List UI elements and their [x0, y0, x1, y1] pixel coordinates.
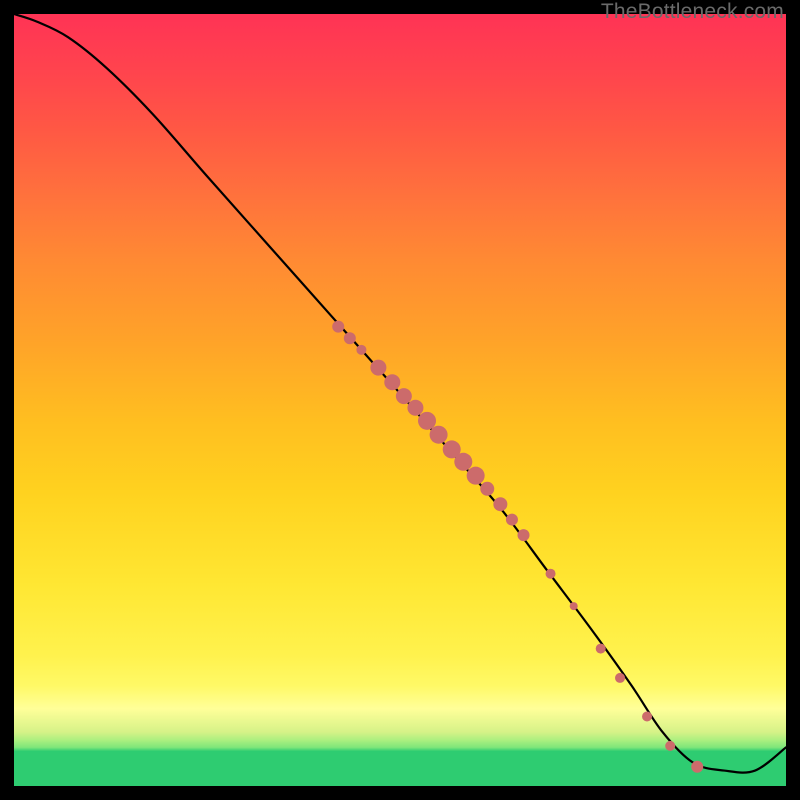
sample-point [518, 529, 530, 541]
chart-frame [14, 14, 786, 786]
sample-point [546, 569, 556, 579]
watermark-text: TheBottleneck.com [601, 0, 784, 24]
sample-point [332, 321, 344, 333]
sample-point [418, 412, 436, 430]
sample-point [370, 360, 386, 376]
sample-point [356, 345, 366, 355]
sample-point [480, 482, 494, 496]
sample-point [384, 374, 400, 390]
sample-point [570, 602, 578, 610]
sample-point [642, 712, 652, 722]
sample-point [344, 332, 356, 344]
sample-point [467, 467, 485, 485]
sample-point [430, 426, 448, 444]
sample-point [493, 497, 507, 511]
sample-point [596, 644, 606, 654]
chart-overlay [14, 14, 786, 786]
sample-point [615, 673, 625, 683]
sample-point [396, 388, 412, 404]
sample-point [665, 741, 675, 751]
sample-point [691, 761, 703, 773]
sample-points-group [332, 321, 703, 773]
sample-point [454, 453, 472, 471]
sample-point [506, 514, 518, 526]
sample-point [407, 400, 423, 416]
